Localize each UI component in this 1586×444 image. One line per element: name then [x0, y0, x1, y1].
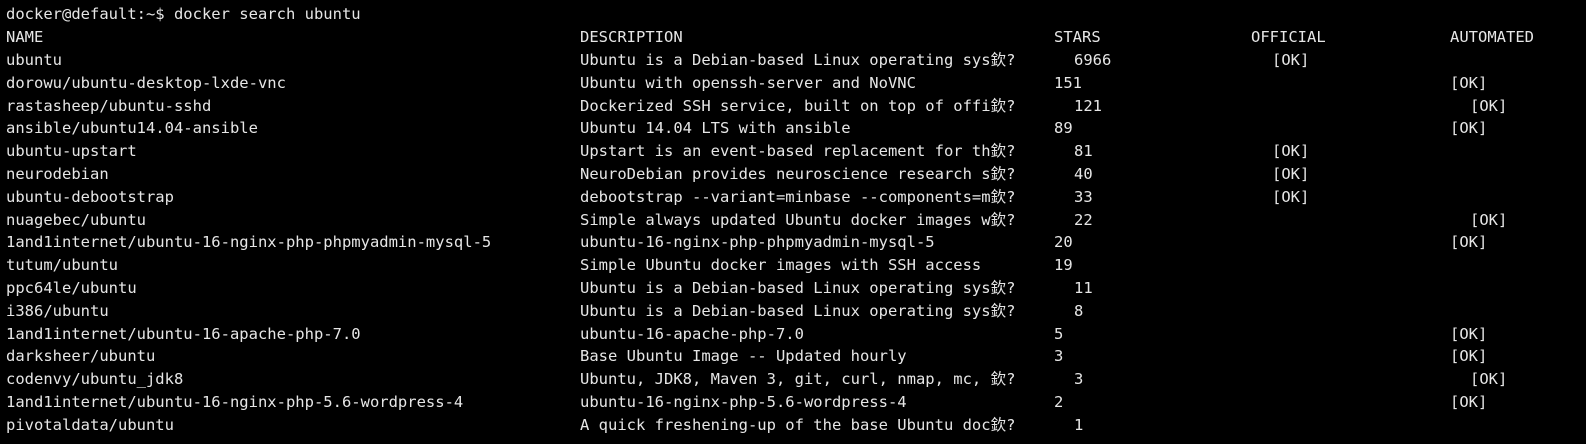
image-description: NeuroDebian provides neuroscience resear…	[580, 165, 1016, 183]
image-description: ubuntu-16-apache-php-7.0	[580, 324, 804, 343]
image-name: tutum/ubuntu	[6, 256, 118, 275]
image-name: ansible/ubuntu14.04-ansible	[6, 119, 258, 138]
automated-flag: [OK]	[1450, 119, 1488, 138]
star-count: 19	[1054, 256, 1073, 275]
star-count: 81	[1074, 142, 1093, 161]
terminal-window[interactable]: docker@default:~$ docker search ubuntu N…	[0, 0, 1586, 444]
official-flag: [OK]	[1272, 187, 1310, 206]
image-name: 1and1internet/ubuntu-16-nginx-php-5.6-wo…	[6, 393, 464, 411]
star-count: 6966	[1074, 51, 1112, 69]
image-name: ubuntu	[6, 51, 62, 69]
star-count: 2	[1054, 393, 1064, 411]
image-name: rastasheep/ubuntu-sshd	[6, 96, 212, 115]
star-count: 11	[1074, 279, 1093, 297]
image-description: debootstrap --variant=minbase --componen…	[580, 187, 1016, 206]
image-description: Base Ubuntu Image -- Updated hourly	[580, 347, 907, 366]
image-name: 1and1internet/ubuntu-16-nginx-php-phpmya…	[6, 233, 492, 252]
automated-flag: [OK]	[1470, 210, 1508, 229]
image-description: Dockerized SSH service, built on top of …	[580, 96, 1016, 115]
image-description: Upstart is an event-based replacement fo…	[580, 142, 1016, 161]
image-name: ubuntu-debootstrap	[6, 187, 174, 206]
image-name: codenvy/ubuntu_jdk8	[6, 370, 184, 389]
image-description: Ubuntu, JDK8, Maven 3, git, curl, nmap, …	[580, 370, 1016, 389]
image-description: Ubuntu with openssh-server and NoVNC	[580, 73, 916, 92]
star-count: 33	[1074, 187, 1093, 206]
image-description: Ubuntu is a Debian-based Linux operating…	[580, 279, 1016, 297]
star-count: 8	[1074, 301, 1084, 320]
star-count: 1	[1074, 415, 1084, 434]
automated-flag: [OK]	[1450, 347, 1488, 366]
image-name: ppc64le/ubuntu	[6, 279, 137, 297]
official-flag: [OK]	[1272, 142, 1310, 161]
header-official: OFFICIAL	[1251, 28, 1326, 46]
automated-flag: [OK]	[1470, 96, 1508, 115]
star-count: 22	[1074, 210, 1093, 229]
image-description: Ubuntu is a Debian-based Linux operating…	[580, 51, 1016, 69]
star-count: 121	[1074, 96, 1102, 115]
star-count: 151	[1054, 73, 1082, 92]
command-prompt-line: docker@default:~$ docker search ubuntu	[0, 3, 361, 26]
image-description: A quick freshening-up of the base Ubuntu…	[580, 415, 1016, 434]
image-name: 1and1internet/ubuntu-16-apache-php-7.0	[6, 324, 361, 343]
star-count: 3	[1074, 370, 1084, 389]
image-name: i386/ubuntu	[6, 301, 109, 320]
table-header-row: NAME DESCRIPTION STARS OFFICIAL AUTOMATE…	[0, 26, 1534, 49]
image-description: ubuntu-16-nginx-php-phpmyadmin-mysql-5	[580, 233, 935, 252]
image-name: pivotaldata/ubuntu	[6, 415, 174, 434]
official-flag: [OK]	[1272, 51, 1310, 69]
automated-flag: [OK]	[1450, 233, 1488, 252]
star-count: 40	[1074, 165, 1093, 183]
image-name: darksheer/ubuntu	[6, 347, 156, 366]
image-description: ubuntu-16-nginx-php-5.6-wordpress-4	[580, 393, 907, 411]
header-name: NAME	[6, 28, 44, 46]
image-name: dorowu/ubuntu-desktop-lxde-vnc	[6, 73, 286, 92]
star-count: 89	[1054, 119, 1073, 138]
prompt-text: docker@default:~$ docker search ubuntu	[6, 5, 361, 23]
official-flag: [OK]	[1272, 165, 1310, 183]
star-count: 5	[1054, 324, 1064, 343]
automated-flag: [OK]	[1470, 370, 1508, 389]
image-name: neurodebian	[6, 165, 109, 183]
image-name: nuagebec/ubuntu	[6, 210, 146, 229]
image-description: Ubuntu is a Debian-based Linux operating…	[580, 301, 1016, 320]
star-count: 20	[1054, 233, 1073, 252]
image-description: Ubuntu 14.04 LTS with ansible	[580, 119, 851, 138]
star-count: 3	[1054, 347, 1064, 366]
image-description: Simple Ubuntu docker images with SSH acc…	[580, 256, 982, 275]
image-name: ubuntu-upstart	[6, 142, 137, 161]
automated-flag: [OK]	[1450, 324, 1488, 343]
automated-flag: [OK]	[1450, 73, 1488, 92]
automated-flag: [OK]	[1450, 393, 1488, 411]
header-automated: AUTOMATED	[1450, 28, 1534, 46]
image-description: Simple always updated Ubuntu docker imag…	[580, 210, 1016, 229]
header-stars: STARS	[1054, 28, 1101, 46]
header-description: DESCRIPTION	[580, 28, 683, 46]
